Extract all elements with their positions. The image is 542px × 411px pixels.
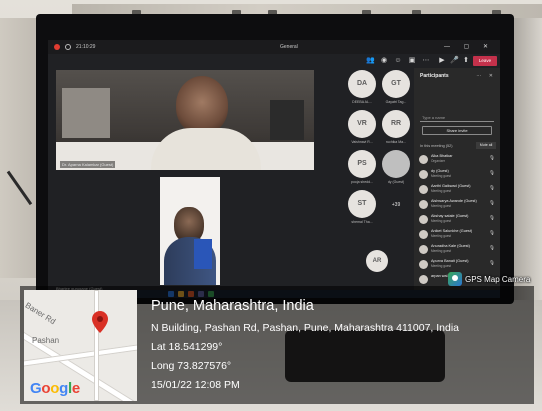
mic-off-icon: 🎙 (489, 155, 495, 160)
avatar-name: Gayatri Tag... (385, 100, 407, 104)
panel-actions[interactable]: ⋯ ✕ (476, 73, 496, 79)
panel-title: Participants (420, 73, 449, 79)
mic-off-icon: 🎙 (489, 185, 495, 190)
avatar (419, 275, 428, 284)
avatar-tile-photo[interactable] (382, 150, 410, 178)
mic-off-icon: 🎙 (489, 170, 495, 175)
participant-row[interactable]: dy (Guest) Meeting guest 🎙 (419, 169, 497, 183)
avatar-tile[interactable]: GT (382, 70, 410, 98)
mic-off-icon: 🎙 (489, 245, 495, 250)
participant-row[interactable]: Aishwarya Awande (Guest) Meeting guest 🎙 (419, 199, 497, 213)
gps-badge: GPS Map Camera (448, 272, 538, 286)
avatar (419, 170, 428, 179)
avatar (419, 245, 428, 254)
avatar (419, 200, 428, 209)
participant-row[interactable]: Aarthi Gaikwad (Guest) Meeting guest 🎙 (419, 184, 497, 198)
window-controls[interactable]: — ▢ ✕ (444, 43, 494, 50)
meeting-timer: 21:10:29 (76, 44, 96, 50)
mic-off-icon: 🎙 (489, 215, 495, 220)
camera-icon[interactable]: ▶ (438, 57, 446, 65)
participant-row[interactable]: Alka Bhatkar Organizer 🎙 (419, 154, 497, 168)
avatar-name: shemal Tha... (351, 220, 373, 224)
avatar-tile[interactable]: DA (348, 70, 376, 98)
avatar-name: DEEBA AL... (352, 100, 372, 104)
participant-row[interactable]: Akshay satale (Guest) Meeting guest 🎙 (419, 214, 497, 228)
rooms-icon[interactable]: ▣ (408, 57, 416, 65)
participant-row[interactable]: Apurva Banait (Guest) Meeting guest 🎙 (419, 259, 497, 273)
participants-panel: Participants ⋯ ✕ Type a name Share invit… (414, 68, 500, 298)
recording-icon (54, 44, 60, 50)
mute-all-button[interactable]: Mute all (476, 142, 496, 149)
location-pin-icon (92, 311, 108, 333)
second-video-tile[interactable] (160, 177, 220, 285)
avatar (419, 155, 428, 164)
location-longitude: Long 73.827576° (151, 360, 232, 372)
mic-off-icon: 🎙 (489, 230, 495, 235)
location-latitude: Lat 18.541299° (151, 341, 223, 353)
teams-window: 21:10:29 General — ▢ ✕ 👥 ◉ ☺ ▣ ⋯ ▶ 🎤 ⬆ L… (48, 40, 500, 298)
avatar (419, 230, 428, 239)
more-participants-count[interactable]: +39 (378, 202, 414, 208)
google-logo: Google (30, 380, 80, 397)
avatar (419, 215, 428, 224)
gps-badge-text: GPS Map Camera (465, 274, 531, 284)
speaker-face (176, 76, 228, 134)
mini-map: Baner Rd Pashan Google (24, 290, 137, 401)
wall-board (0, 18, 40, 278)
gps-camera-icon (448, 272, 462, 286)
mic-icon[interactable]: 🎤 (450, 57, 459, 65)
mic-off-icon: 🎙 (489, 200, 495, 205)
avatar-tile[interactable]: VR (348, 110, 376, 138)
background-object (270, 100, 304, 140)
share-invite-button[interactable]: Share invite (422, 126, 492, 135)
participant-search-input[interactable]: Type a name (420, 114, 494, 122)
title-bar: 21:10:29 General — ▢ ✕ (48, 40, 500, 54)
main-video-tile[interactable]: Dr. Aparna Kalamkar (Guest) (56, 70, 314, 170)
main-video-name: Dr. Aparna Kalamkar (Guest) (60, 161, 116, 168)
leave-button[interactable]: Leave (473, 56, 497, 66)
avatar (419, 260, 428, 269)
avatar-tile[interactable]: AR (366, 250, 388, 272)
avatar-tile[interactable]: RR (382, 110, 410, 138)
window-title: General (280, 44, 298, 50)
location-datetime: 15/01/22 12:08 PM (151, 379, 240, 391)
chat-icon[interactable]: ◉ (380, 57, 388, 65)
avatar-tile[interactable]: PS (348, 150, 376, 178)
people-icon[interactable]: 👥 (366, 57, 375, 65)
share-screen-icon[interactable]: ⬆ (462, 57, 470, 65)
participant-row[interactable]: Anuradha Kale (Guest) Meeting guest 🎙 (419, 244, 497, 258)
more-icon[interactable]: ⋯ (422, 57, 430, 65)
avatar-name: Vaishnavi R... (351, 140, 373, 144)
avatar-name: dy (Guest) (387, 180, 405, 184)
shield-icon (65, 44, 71, 50)
in-meeting-header[interactable]: In this meeting (52) (420, 144, 453, 148)
map-label-area: Pashan (32, 336, 60, 345)
monitor: 21:10:29 General — ▢ ✕ 👥 ◉ ☺ ▣ ⋯ ▶ 🎤 ⬆ L… (36, 14, 514, 304)
location-title: Pune, Maharashtra, India (151, 298, 314, 314)
avatar (419, 185, 428, 194)
meeting-toolbar: 👥 ◉ ☺ ▣ ⋯ ▶ 🎤 ⬆ Leave (48, 54, 500, 68)
location-address: N Building, Pashan Rd, Pashan, Pune, Mah… (151, 322, 460, 334)
avatar-name: pooja shedd... (351, 180, 373, 184)
mic-off-icon: 🎙 (489, 260, 495, 265)
avatar-name: ruchika Ma... (385, 140, 407, 144)
map-label-road: Baner Rd (24, 300, 58, 327)
participant-row[interactable]: Aniket Salunkhe (Guest) Meeting guest 🎙 (419, 229, 497, 243)
avatar-tile[interactable]: ST (348, 190, 376, 218)
reactions-icon[interactable]: ☺ (394, 57, 402, 65)
background-cupboard (62, 88, 110, 138)
